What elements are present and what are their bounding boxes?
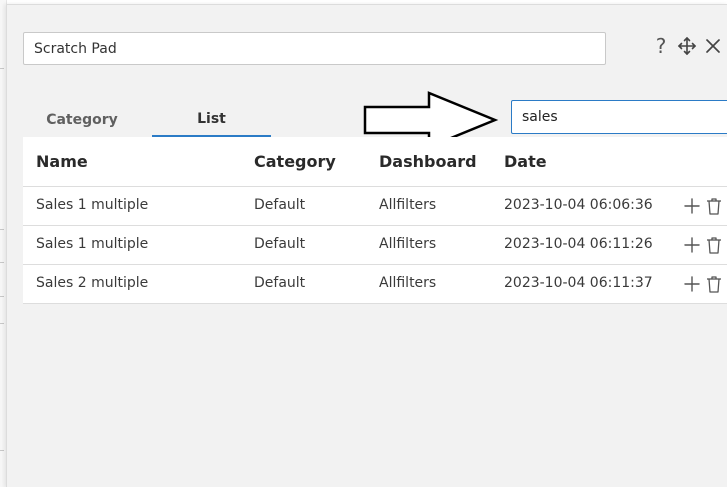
cell-category: Default [254,275,306,291]
column-header-date[interactable]: Date [504,137,547,186]
scratch-pad-title-input[interactable] [23,32,606,65]
trash-icon[interactable] [705,235,723,255]
column-header-name[interactable]: Name [36,137,88,186]
background-tick [0,296,4,297]
cell-date: 2023-10-04 06:11:37 [504,275,653,291]
row-actions [683,195,723,217]
table-row[interactable]: Sales 1 multiple Default Allfilters 2023… [23,226,727,265]
table-row[interactable]: Sales 2 multiple Default Allfilters 2023… [23,265,727,304]
table-row[interactable]: Sales 1 multiple Default Allfilters 2023… [23,187,727,226]
cell-category: Default [254,197,306,213]
search-input[interactable] [511,100,727,134]
column-header-dashboard[interactable]: Dashboard [379,137,477,186]
cell-name: Sales 2 multiple [36,275,149,291]
help-icon[interactable]: ? [651,35,671,57]
column-header-category[interactable]: Category [254,137,336,186]
close-icon[interactable] [703,35,723,57]
row-actions [683,234,723,256]
tab-category[interactable]: Category [23,103,141,137]
tab-list[interactable]: List [152,103,271,137]
plus-icon[interactable] [683,274,701,294]
cell-dashboard: Allfilters [379,275,437,291]
background-tick [0,229,4,230]
results-table: Name Category Dashboard Date Sales 1 mul… [23,137,727,304]
cell-date: 2023-10-04 06:11:26 [504,236,653,252]
plus-icon[interactable] [683,235,701,255]
cell-dashboard: Allfilters [379,236,437,252]
trash-icon[interactable] [705,274,723,294]
panel-header-controls: ? [651,35,723,57]
screen: ? [0,0,727,487]
table-header: Name Category Dashboard Date [23,137,727,187]
cell-category: Default [254,236,306,252]
cell-name: Sales 1 multiple [36,197,149,213]
background-tick [0,450,4,451]
cell-dashboard: Allfilters [379,197,437,213]
background-tick [0,323,4,324]
cell-date: 2023-10-04 06:06:36 [504,197,653,213]
cell-name: Sales 1 multiple [36,236,149,252]
background-tick [0,262,4,263]
row-actions [683,273,723,295]
scratch-pad-panel: ? [6,4,727,487]
background-tick [0,68,4,69]
trash-icon[interactable] [705,196,723,216]
move-icon[interactable] [677,35,697,57]
plus-icon[interactable] [683,196,701,216]
